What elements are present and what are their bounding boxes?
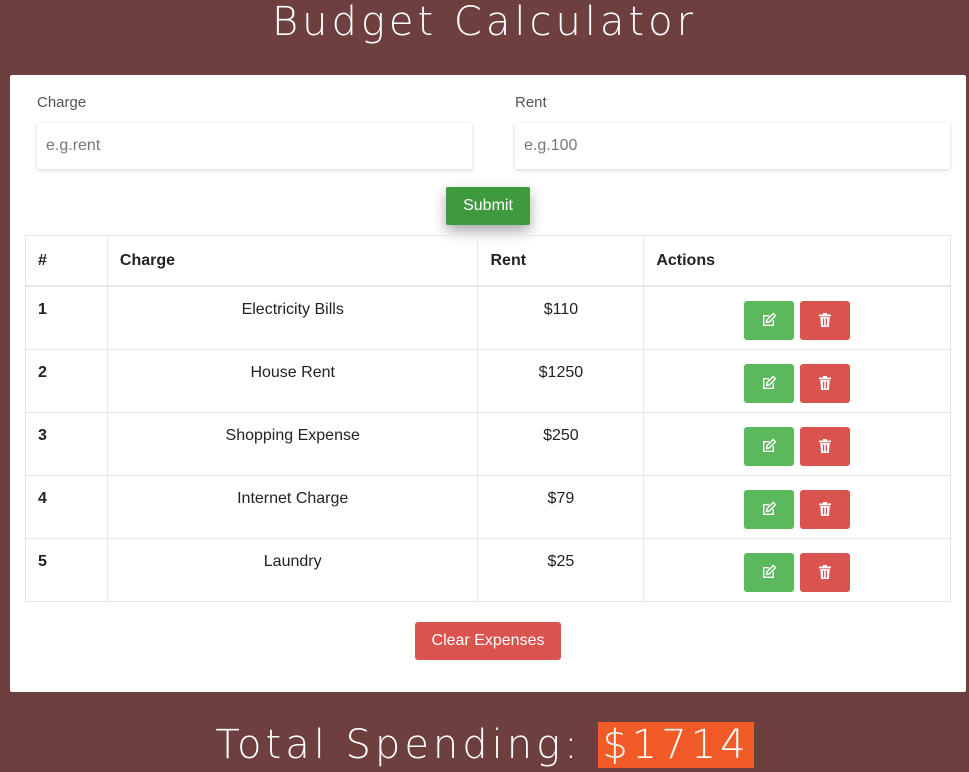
- delete-button[interactable]: [800, 363, 851, 403]
- row-actions: [643, 348, 951, 413]
- header-charge: Charge: [106, 235, 479, 287]
- row-rent: $110: [477, 285, 645, 350]
- row-charge: Electricity Bills: [106, 285, 479, 350]
- row-number: 4: [25, 474, 108, 539]
- row-rent: $250: [477, 411, 645, 476]
- edit-button[interactable]: [743, 363, 794, 403]
- header-rent: Rent: [477, 235, 645, 287]
- row-charge: Laundry: [106, 537, 479, 602]
- row-number: 2: [25, 348, 108, 413]
- charge-input[interactable]: [37, 123, 472, 169]
- table-row: 5 Laundry $25: [25, 537, 951, 602]
- edit-button[interactable]: [743, 426, 794, 466]
- row-actions: [643, 474, 951, 539]
- row-charge: House Rent: [106, 348, 479, 413]
- row-charge: Internet Charge: [106, 474, 479, 539]
- charge-label: Charge: [37, 94, 87, 111]
- row-charge: Shopping Expense: [106, 411, 479, 476]
- delete-button[interactable]: [800, 489, 851, 529]
- delete-button[interactable]: [800, 426, 851, 466]
- submit-button[interactable]: Submit: [446, 187, 530, 225]
- table-row: 4 Internet Charge $79: [25, 474, 951, 539]
- header-actions: Actions: [643, 235, 951, 287]
- page-title: Budget Calculator: [271, 0, 698, 45]
- row-rent: $25: [477, 537, 645, 602]
- budget-card: Charge Rent Submit # Charge Rent Actions…: [10, 75, 966, 692]
- table-row: 1 Electricity Bills $110: [25, 285, 951, 350]
- edit-button[interactable]: [743, 552, 794, 592]
- total-spending: Total Spending: $1714: [0, 718, 969, 772]
- total-label: Total Spending:: [215, 722, 582, 768]
- clear-expenses-button[interactable]: Clear Expenses: [415, 622, 561, 660]
- row-number: 1: [25, 285, 108, 350]
- rent-input[interactable]: [515, 123, 950, 169]
- edit-button[interactable]: [743, 301, 794, 340]
- row-actions: [643, 537, 951, 602]
- table-row: 3 Shopping Expense $250: [25, 411, 951, 476]
- table-row: 2 House Rent $1250: [25, 348, 951, 413]
- row-actions: [643, 411, 951, 476]
- delete-button[interactable]: [800, 301, 851, 340]
- delete-button[interactable]: [800, 552, 851, 592]
- row-number: 5: [25, 537, 108, 602]
- row-actions: [643, 285, 951, 350]
- total-amount: $1714: [598, 722, 754, 768]
- edit-button[interactable]: [743, 489, 794, 529]
- row-number: 3: [25, 411, 108, 476]
- table-header-row: # Charge Rent Actions: [25, 235, 951, 287]
- row-rent: $1250: [477, 348, 645, 413]
- row-rent: $79: [477, 474, 645, 539]
- header-number: #: [25, 235, 108, 287]
- expenses-table: # Charge Rent Actions 1 Electricity Bills…: [25, 235, 951, 602]
- rent-label: Rent: [515, 94, 547, 111]
